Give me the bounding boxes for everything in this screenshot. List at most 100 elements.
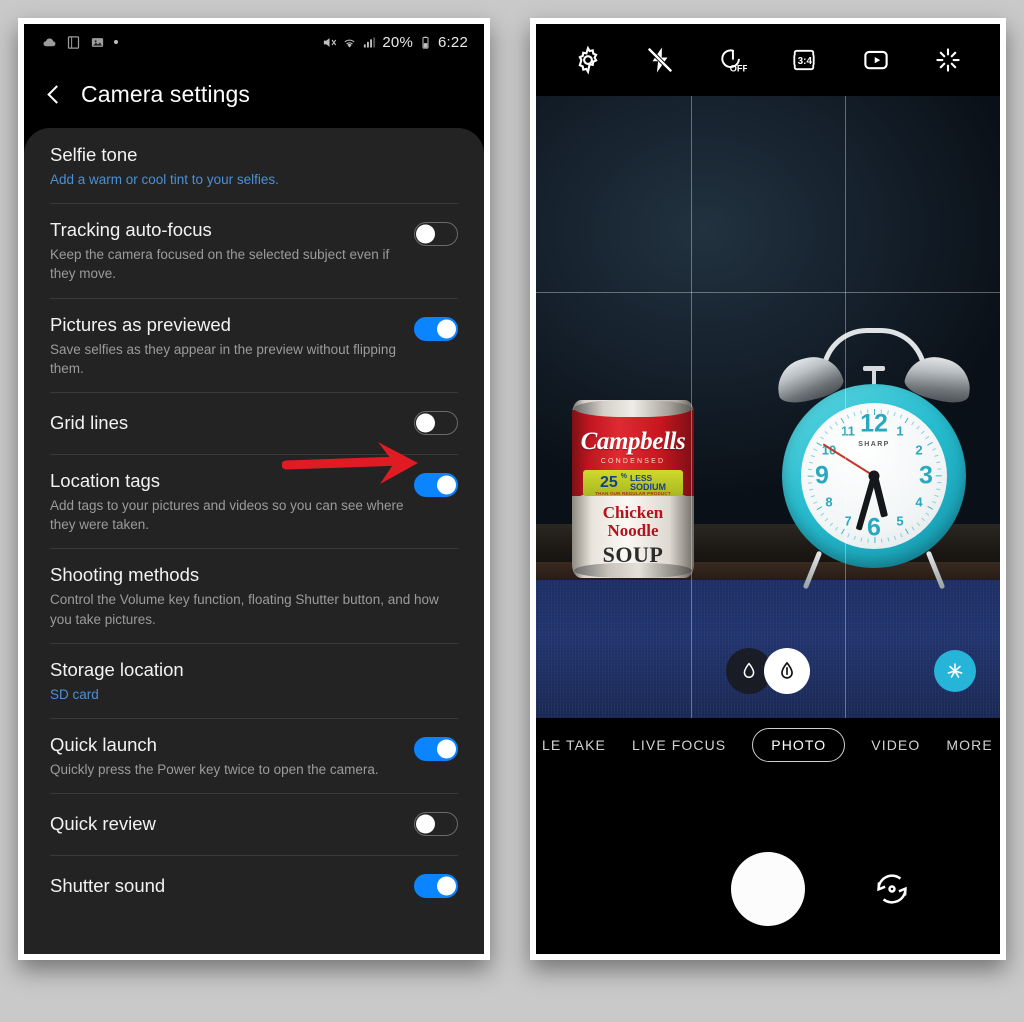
motion-photo-icon[interactable]: [861, 45, 891, 75]
camera-mode-selector[interactable]: LE TAKE LIVE FOCUS PHOTO VIDEO MORE: [536, 718, 1000, 772]
setting-row-tracking-auto-focus[interactable]: Tracking auto-focus Keep the camera focus…: [24, 203, 484, 297]
clock-tick: [899, 533, 903, 538]
setting-subtitle-pictures-as-previewed: Save selfies as they appear in the previ…: [50, 341, 396, 376]
toggle-quick-review[interactable]: [414, 812, 458, 837]
toggle-knob: [437, 876, 456, 896]
toggle-knob: [416, 413, 435, 433]
battery-percent-label: 20%: [382, 33, 413, 51]
setting-row-grid-lines[interactable]: Grid lines: [24, 391, 484, 454]
back-chevron-icon[interactable]: [47, 84, 66, 104]
setting-title-shutter-sound: Shutter sound: [50, 875, 166, 897]
clock-tick: [927, 505, 934, 511]
clock-tick: [810, 454, 815, 458]
clock-tick: [860, 537, 863, 542]
clock-leg-left: [802, 550, 823, 590]
setting-subtitle-quick-launch: Quickly press the Power key twice to ope…: [50, 761, 379, 777]
shutter-button[interactable]: [731, 852, 805, 926]
setting-row-storage-location[interactable]: Storage location SD card: [24, 642, 484, 718]
switch-camera-button[interactable]: [863, 860, 921, 918]
camera-mode-le-take[interactable]: LE TAKE: [542, 737, 606, 753]
camera-flip-icon: [877, 874, 907, 904]
setting-text-storage-location: Storage location SD card: [50, 658, 458, 704]
clock-tick: [904, 417, 909, 424]
toggle-tracking-auto-focus[interactable]: [414, 222, 458, 247]
clock-tick: [820, 512, 825, 516]
soup-can-brand-label: Campbells: [580, 428, 686, 455]
aspect-ratio-icon[interactable]: 3:4: [789, 45, 819, 75]
clock-tick: [934, 454, 939, 458]
setting-row-quick-launch[interactable]: Quick launch Quickly press the Power key …: [24, 717, 484, 793]
camera-mode-live-focus[interactable]: LIVE FOCUS: [632, 737, 726, 753]
clock-numeral-8: 8: [825, 494, 833, 510]
setting-row-location-tags[interactable]: Location tags Add tags to your pictures a…: [24, 453, 484, 548]
soup-can-body: Campbells CONDENSED 25 % LESS SODIUM THA…: [572, 400, 694, 578]
flash-off-icon[interactable]: [645, 45, 675, 75]
product-line-1: Chicken: [602, 503, 664, 522]
app-header: Camera settings: [24, 60, 484, 128]
setting-title-location-tags: Location tags: [50, 469, 161, 491]
leaf-drop-icon: [743, 662, 755, 678]
setting-row-shooting-methods[interactable]: Shooting methods Control the Volume key f…: [24, 548, 484, 642]
camera-mode-photo[interactable]: PHOTO: [752, 728, 846, 762]
toggle-quick-launch[interactable]: [414, 736, 458, 761]
setting-subtitle-storage-location[interactable]: SD card: [50, 685, 458, 704]
setting-row-quick-review[interactable]: Quick review: [24, 793, 484, 855]
toggle-shutter-sound[interactable]: [414, 874, 458, 899]
camera-toolbar: OFF 3:4: [536, 24, 1000, 96]
clock-tick: [829, 522, 834, 527]
clock-tick: [927, 441, 934, 447]
shutter-bar: [536, 824, 1000, 954]
clock-tick: [807, 468, 813, 471]
lens-selector[interactable]: [726, 648, 810, 694]
setting-text-selfie-tone: Selfie tone Add a warm or cool tint to yo…: [50, 143, 458, 189]
toggle-knob: [437, 739, 456, 759]
clock-tick: [931, 448, 937, 452]
cloud-icon: [43, 37, 56, 46]
camera-phone-panel: OFF 3:4 Campbells CONDENSED 25 % LESS SO…: [530, 18, 1006, 960]
setting-subtitle-selfie-tone[interactable]: Add a warm or cool tint to your selfies.: [50, 170, 458, 189]
setting-title-grid-lines: Grid lines: [50, 411, 129, 433]
settings-gear-icon[interactable]: [573, 45, 603, 75]
clock-tick: [904, 528, 909, 535]
clock-tick: [824, 517, 829, 522]
timer-off-icon[interactable]: OFF: [717, 45, 747, 75]
clock-tick: [887, 537, 890, 542]
status-bar: 20% 6:22: [24, 24, 484, 60]
setting-text-tracking-auto-focus: Tracking auto-focus Keep the camera focus…: [50, 218, 404, 283]
camera-mode-video[interactable]: VIDEO: [871, 737, 920, 753]
soup-can-product-label: Chicken Noodle: [572, 503, 694, 540]
clock-tick: [816, 505, 823, 511]
standard-lens-button[interactable]: [764, 648, 810, 694]
clock-tick: [934, 494, 939, 498]
toggle-grid-lines[interactable]: [414, 410, 458, 435]
clock-tick: [824, 430, 829, 435]
settings-screen: 20% 6:22 Camera settings Selfie tone Add …: [24, 24, 484, 954]
setting-text-pictures-as-previewed: Pictures as previewed Save selfies as the…: [50, 313, 404, 378]
setting-row-pictures-as-previewed[interactable]: Pictures as previewed Save selfies as the…: [24, 297, 484, 392]
effects-icon[interactable]: [933, 45, 963, 75]
camera-viewfinder[interactable]: Campbells CONDENSED 25 % LESS SODIUM THA…: [536, 96, 1000, 718]
gallery-icon: [91, 37, 104, 47]
leaf-drop-filled-icon: [781, 661, 793, 679]
camera-mode-more[interactable]: MORE: [946, 737, 992, 753]
mute-icon: [324, 37, 337, 47]
clock-tick: [840, 528, 845, 535]
setting-row-shutter-sound[interactable]: Shutter sound: [24, 855, 484, 917]
clock-tick: [834, 421, 839, 426]
settings-list: Selfie tone Add a warm or cool tint to yo…: [24, 128, 484, 954]
clock-tick: [893, 412, 897, 417]
gallery-thumbnail-button[interactable]: [615, 860, 673, 918]
toggle-knob: [416, 814, 435, 834]
wifi-icon: [344, 39, 355, 47]
setting-row-selfie-tone[interactable]: Selfie tone Add a warm or cool tint to yo…: [24, 128, 484, 203]
aperture-burst-icon: [947, 663, 963, 678]
clock-tick: [925, 512, 930, 516]
toggle-location-tags[interactable]: [414, 472, 458, 497]
scene-optimizer-button[interactable]: [934, 650, 976, 692]
clock-numeral-4: 4: [915, 494, 923, 510]
clock-tick: [921, 517, 925, 522]
clock-tick: [813, 448, 818, 452]
toggle-pictures-as-previewed[interactable]: [414, 316, 458, 341]
clock-tick: [916, 522, 921, 527]
clock-tick: [809, 461, 814, 464]
